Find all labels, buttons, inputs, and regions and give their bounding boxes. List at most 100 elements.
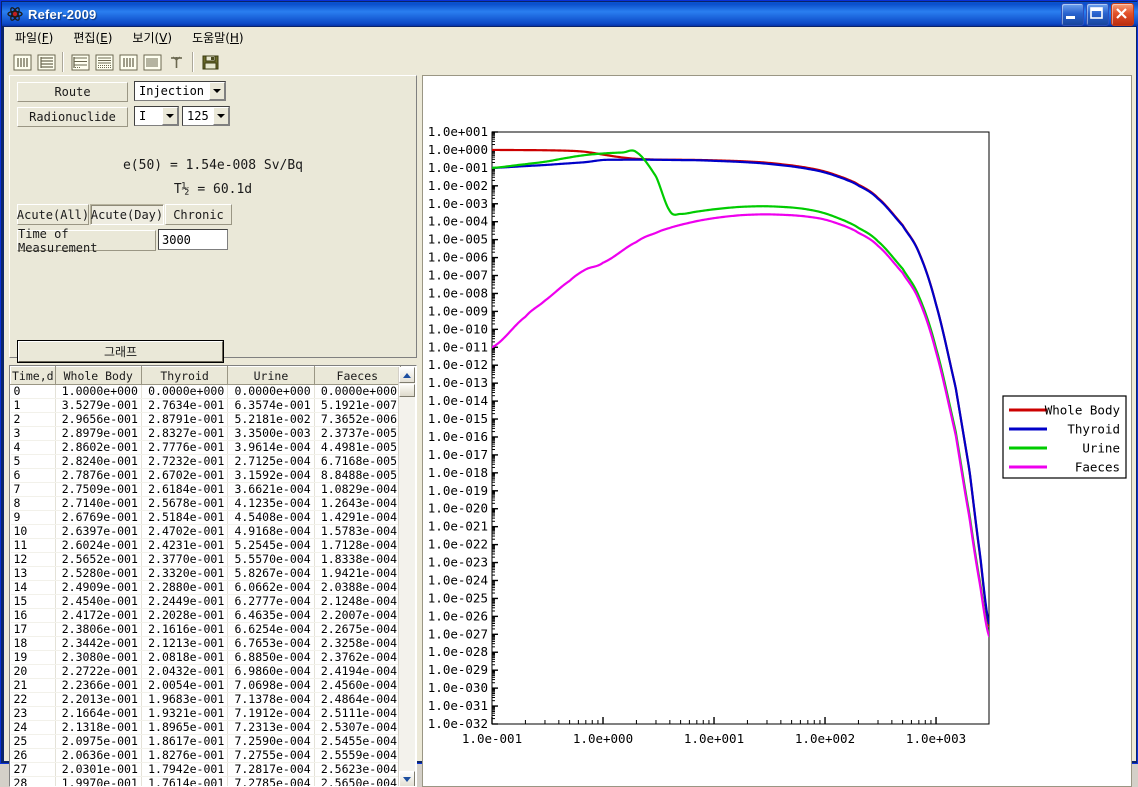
y-axis-tick-label: 1.0e-031 (428, 698, 488, 713)
table-row[interactable]: 21 2.2366e-001 2.0054e-001 7.0698e-004 2.456… (10, 678, 401, 693)
table-row[interactable]: 1 3.5279e-001 2.7634e-001 6.3574e-001 5.1921… (10, 398, 401, 413)
route-value: Injection (139, 84, 205, 98)
table-row[interactable]: 28 1.9970e-001 1.7614e-001 7.2785e-004 2.565… (10, 776, 401, 786)
table-row[interactable]: 9 2.6769e-001 2.5184e-001 4.5408e-004 1.4291… (10, 510, 401, 525)
maximize-button[interactable] (1086, 2, 1109, 26)
table-cell: 6 (10, 468, 56, 483)
table-cell: 2.3320e-001 (141, 566, 229, 581)
table-cell: 2.2028e-001 (141, 608, 229, 623)
table-row[interactable]: 16 2.4172e-001 2.2028e-001 6.4635e-004 2.200… (10, 608, 401, 623)
table-rows-icon[interactable] (34, 51, 58, 73)
table-cell: 4 (10, 440, 56, 455)
chevron-down-icon[interactable] (213, 107, 229, 125)
results-table-body: 0 1.0000e+000 0.0000e+000 0.0000e+000 0.0000… (10, 384, 401, 786)
tab-acute-day[interactable]: Acute(Day) (90, 204, 164, 225)
column-header-urine[interactable]: Urine (227, 366, 315, 385)
table-row[interactable]: 27 2.0301e-001 1.7942e-001 7.2817e-004 2.562… (10, 762, 401, 777)
table-row[interactable]: 22 2.2013e-001 1.9683e-001 7.1378e-004 2.486… (10, 692, 401, 707)
mass-number-select[interactable]: 125 (182, 106, 230, 126)
table-columns-icon[interactable] (10, 51, 34, 73)
table-cell: 6.9860e-004 (227, 664, 315, 679)
minimize-button[interactable] (1061, 2, 1084, 26)
table-row[interactable]: 7 2.7509e-001 2.6184e-001 3.6621e-004 1.0829… (10, 482, 401, 497)
table-cell: 3.3500e-003 (227, 426, 315, 441)
arrow-up-tool-icon[interactable] (164, 51, 188, 73)
table-row[interactable]: 20 2.2722e-001 2.0432e-001 6.9860e-004 2.419… (10, 664, 401, 679)
y-axis-tick-label: 1.0e-030 (428, 680, 488, 695)
table-row[interactable]: 3 2.8979e-001 2.8327e-001 3.3500e-003 2.3737… (10, 426, 401, 441)
chevron-down-icon[interactable] (209, 82, 225, 100)
table-row[interactable]: 23 2.1664e-001 1.9321e-001 7.1912e-004 2.511… (10, 706, 401, 721)
table-row[interactable]: 11 2.6024e-001 2.4231e-001 5.2545e-004 1.712… (10, 538, 401, 553)
table-cell: 10 (10, 524, 56, 539)
table-cell: 0.0000e+000 (314, 384, 401, 399)
save-icon[interactable] (198, 51, 222, 73)
list-grid-icon[interactable] (92, 51, 116, 73)
table-cell: 7.2755e-004 (227, 748, 315, 763)
table-row[interactable]: 18 2.3442e-001 2.1213e-001 6.7653e-004 2.325… (10, 636, 401, 651)
table-row[interactable]: 4 2.8602e-001 2.7776e-001 3.9614e-004 4.4981… (10, 440, 401, 455)
table-cell: 8 (10, 496, 56, 511)
table-row[interactable]: 8 2.7140e-001 2.5678e-001 4.1235e-004 1.2643… (10, 496, 401, 511)
table-row[interactable]: 2 2.9656e-001 2.8791e-001 5.2181e-002 7.3652… (10, 412, 401, 427)
table-cell: 2.3258e-004 (314, 636, 401, 651)
y-axis-tick-label: 1.0e-032 (428, 716, 488, 731)
chevron-down-icon[interactable] (162, 107, 178, 125)
table-cell: 2.0636e-001 (55, 748, 142, 763)
table-row[interactable]: 14 2.4909e-001 2.2880e-001 6.0662e-004 2.038… (10, 580, 401, 595)
results-table-scroll[interactable]: Time,d Whole Body Thyroid Urine Faeces 0… (10, 366, 401, 786)
table-row[interactable]: 24 2.1318e-001 1.8965e-001 7.2313e-004 2.530… (10, 720, 401, 735)
table-row[interactable]: 13 2.5280e-001 2.3320e-001 5.8267e-004 1.942… (10, 566, 401, 581)
table-cell: 7.1912e-004 (227, 706, 315, 721)
retention-chart[interactable]: 1.0e+001 1.0e+000 1.0e-001 1.0e-002 1.0e-003… (423, 76, 1131, 786)
table-cell: 6.7168e-005 (314, 454, 401, 469)
table-cell: 2.2722e-001 (55, 664, 142, 679)
time-of-measurement-input[interactable]: 3000 (158, 229, 228, 250)
list-left-icon[interactable] (68, 51, 92, 73)
table-cell: 2 (10, 412, 56, 427)
menu-bar: 파일(F) 편집(E) 보기(V) 도움말(H) (4, 27, 1136, 49)
tab-acute-all[interactable]: Acute(All) (17, 204, 89, 225)
table-row[interactable]: 15 2.4540e-001 2.2449e-001 6.2777e-004 2.124… (10, 594, 401, 609)
table-row[interactable]: 12 2.5652e-001 2.3770e-001 5.5570e-004 1.833… (10, 552, 401, 567)
table-cell: 2.0054e-001 (141, 678, 229, 693)
menu-file[interactable]: 파일(F) (6, 27, 62, 49)
menu-edit[interactable]: 편집(E) (64, 27, 121, 49)
scroll-up-button[interactable] (399, 367, 415, 383)
bars-icon[interactable] (116, 51, 140, 73)
close-button[interactable] (1111, 2, 1134, 26)
table-row[interactable]: 0 1.0000e+000 0.0000e+000 0.0000e+000 0.0000… (10, 384, 401, 399)
table-row[interactable]: 5 2.8240e-001 2.7232e-001 2.7125e-004 6.7168… (10, 454, 401, 469)
tab-chronic[interactable]: Chronic (165, 204, 232, 225)
table-row[interactable]: 10 2.6397e-001 2.4702e-001 4.9168e-004 1.578… (10, 524, 401, 539)
menu-view[interactable]: 보기(V) (123, 27, 181, 49)
table-cell: 2.2013e-001 (55, 692, 142, 707)
table-cell: 2.5455e-004 (314, 734, 401, 749)
table-row[interactable]: 26 2.0636e-001 1.8276e-001 7.2755e-004 2.555… (10, 748, 401, 763)
menu-help[interactable]: 도움말(H) (183, 27, 253, 49)
column-header-whole-body[interactable]: Whole Body (54, 366, 142, 385)
element-select[interactable]: I (134, 106, 179, 126)
scrollbar-thumb[interactable] (399, 384, 415, 397)
window-title: Refer-2009 (28, 6, 97, 22)
column-header-faeces[interactable]: Faeces (313, 366, 401, 385)
graph-button[interactable]: 그래프 (17, 340, 224, 363)
table-row[interactable]: 6 2.7876e-001 2.6702e-001 3.1592e-004 8.8488… (10, 468, 401, 483)
table-cell: 24 (10, 720, 56, 735)
table-row[interactable]: 17 2.3806e-001 2.1616e-001 6.6254e-004 2.267… (10, 622, 401, 637)
menu-file-paren: ) (48, 31, 54, 45)
table-row[interactable]: 19 2.3080e-001 2.0818e-001 6.8850e-004 2.376… (10, 650, 401, 665)
table-cell: 2.2675e-004 (314, 622, 401, 637)
table-cell: 2.7140e-001 (55, 496, 142, 511)
mass-number-value: 125 (187, 109, 209, 123)
column-header-thyroid[interactable]: Thyroid (140, 366, 229, 385)
column-header-time[interactable]: Time,d (10, 366, 56, 385)
table-row[interactable]: 25 2.0975e-001 1.8617e-001 7.2590e-004 2.545… (10, 734, 401, 749)
table-vertical-scrollbar[interactable] (398, 367, 415, 786)
table-cell: 7.2817e-004 (227, 762, 315, 777)
scroll-down-button[interactable] (399, 771, 415, 786)
table-cell: 6.8850e-004 (227, 650, 315, 665)
application-window: Refer-2009 파일(F) 편집(E) 보기(V) 도움말(H) Rout… (0, 0, 1138, 787)
bars-dense-icon[interactable] (140, 51, 164, 73)
route-select[interactable]: Injection (134, 81, 226, 101)
